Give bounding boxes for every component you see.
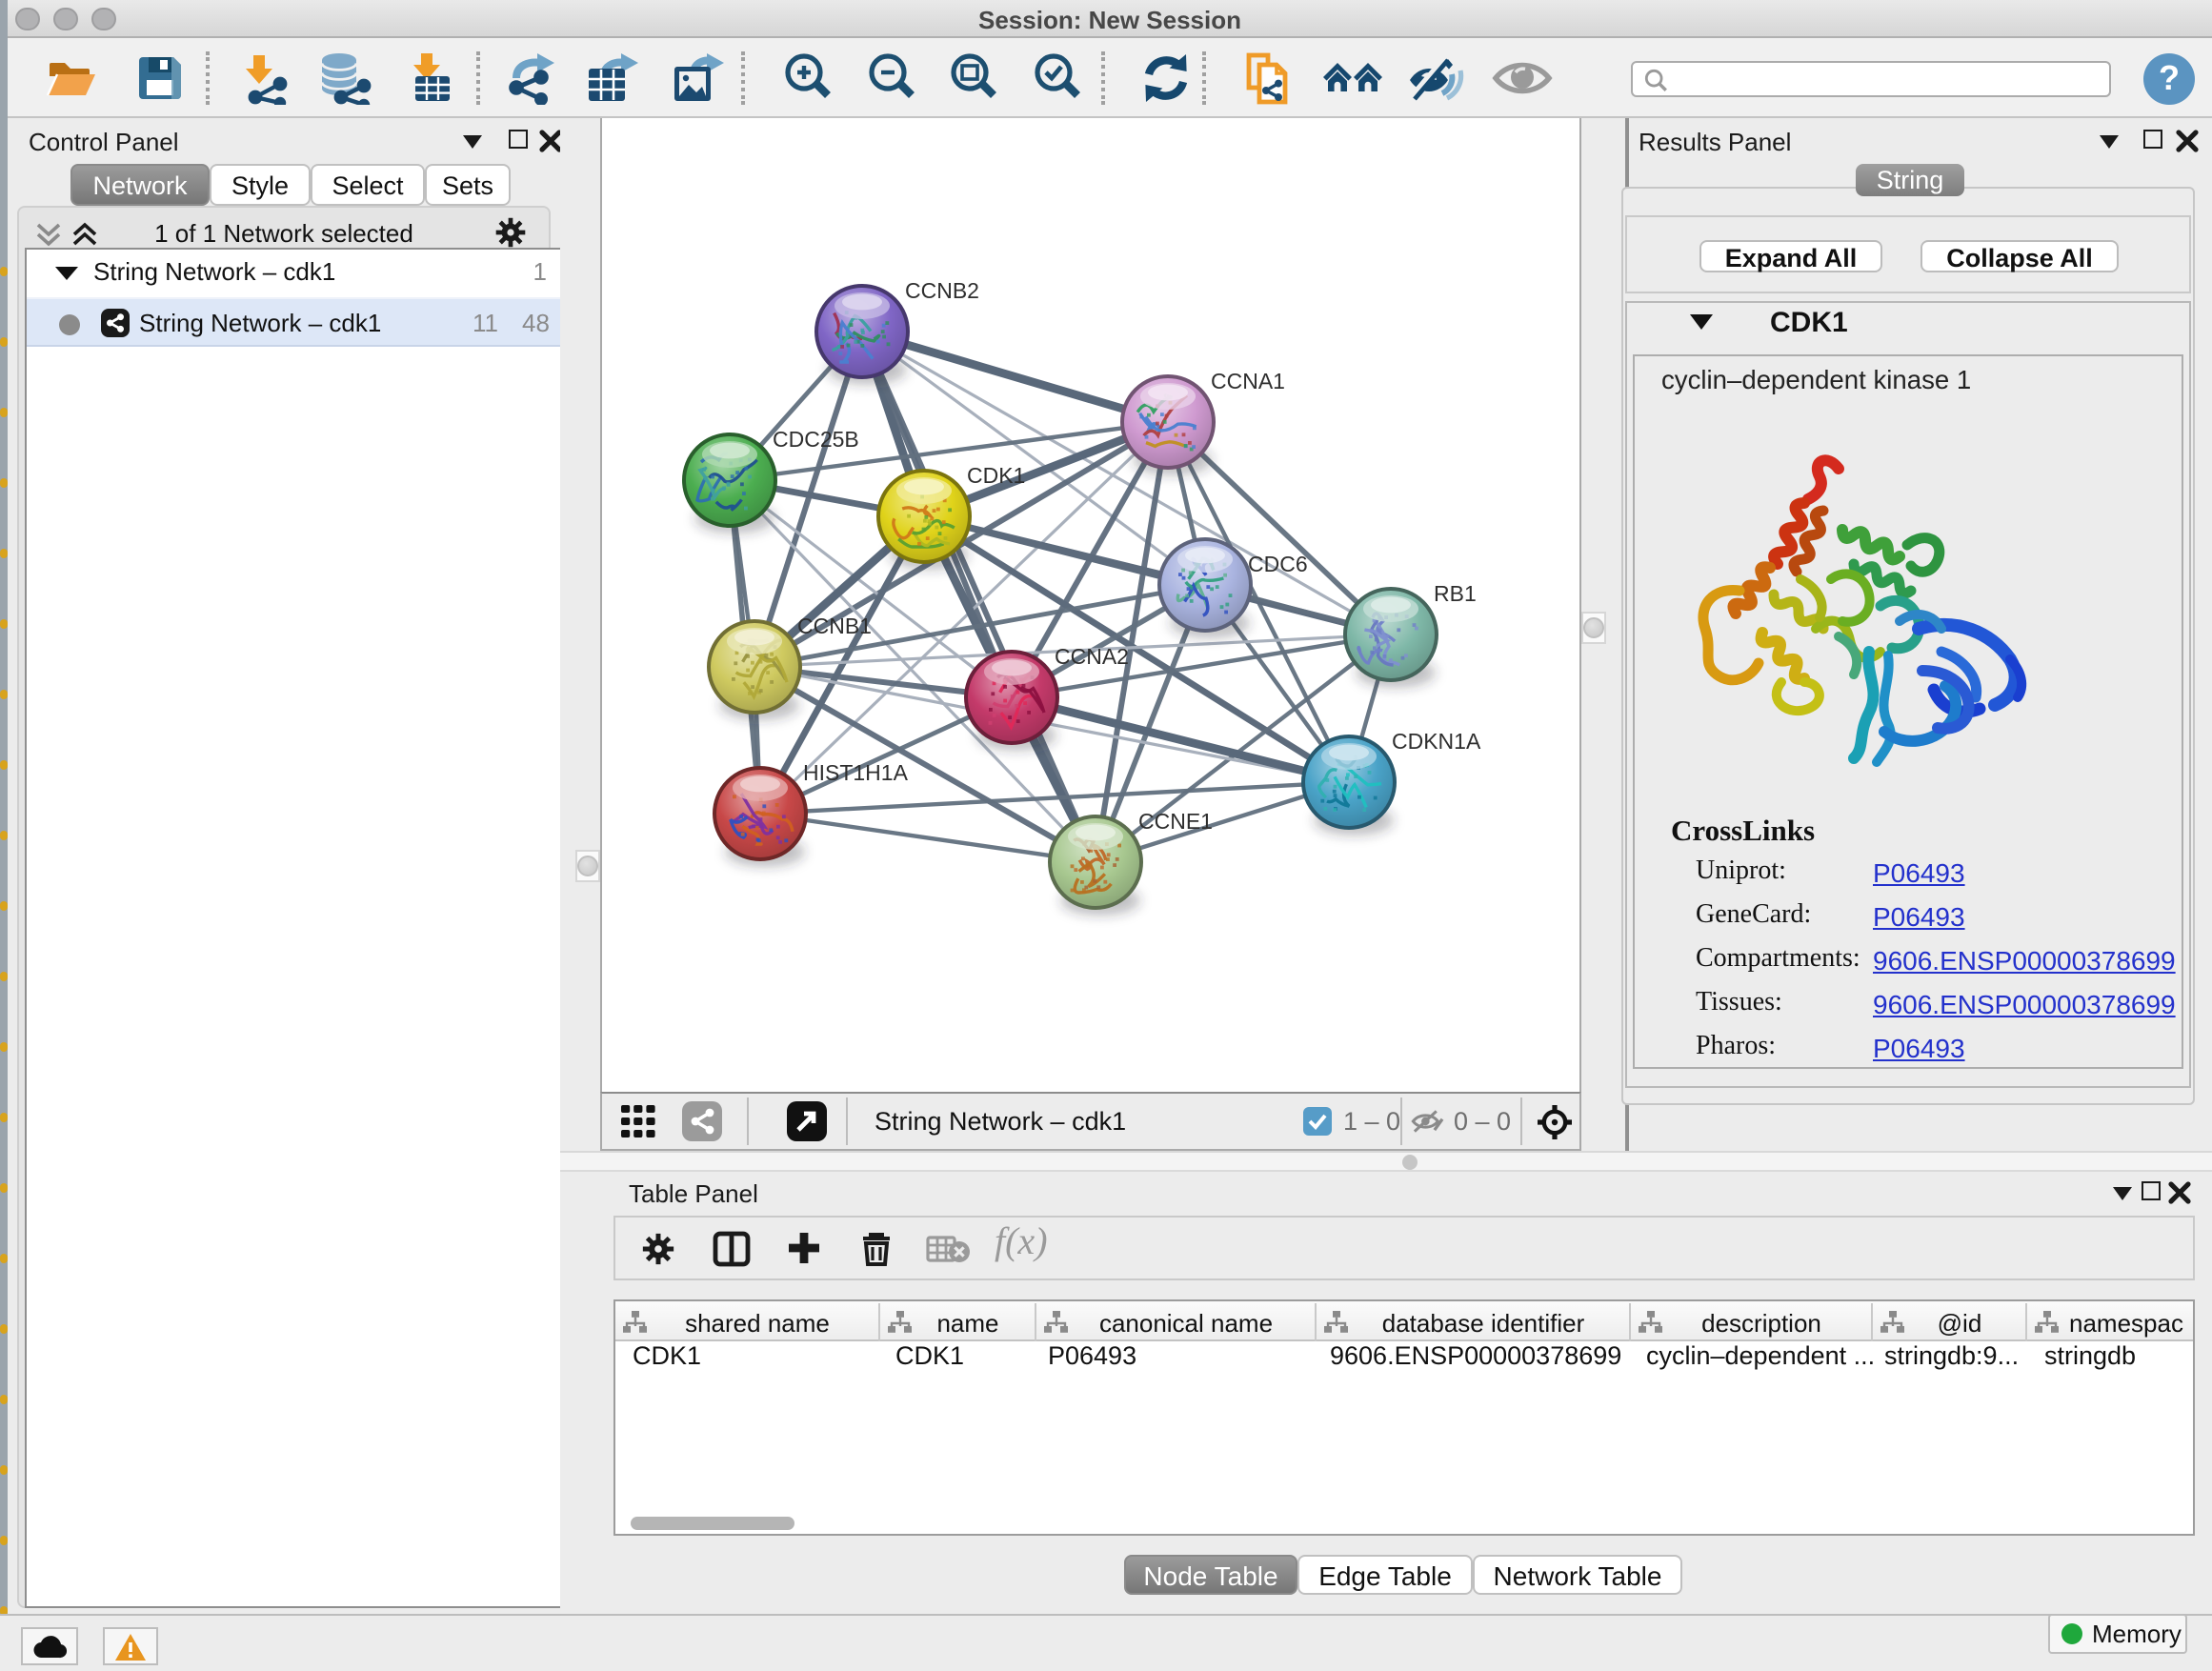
svg-text:CDC25B: CDC25B (773, 427, 859, 452)
svg-text:CDKN1A: CDKN1A (1392, 729, 1481, 754)
svg-text:CCNA1: CCNA1 (1211, 369, 1285, 393)
svg-text:RB1: RB1 (1434, 581, 1477, 606)
svg-text:CCNB2: CCNB2 (905, 278, 979, 303)
svg-text:CCNE1: CCNE1 (1138, 809, 1213, 834)
svg-text:CCNA2: CCNA2 (1055, 644, 1129, 669)
svg-text:CDK1: CDK1 (967, 463, 1025, 488)
svg-text:HIST1H1A: HIST1H1A (803, 760, 909, 785)
svg-text:CCNB1: CCNB1 (797, 614, 872, 638)
svg-text:CDC6: CDC6 (1248, 552, 1308, 576)
